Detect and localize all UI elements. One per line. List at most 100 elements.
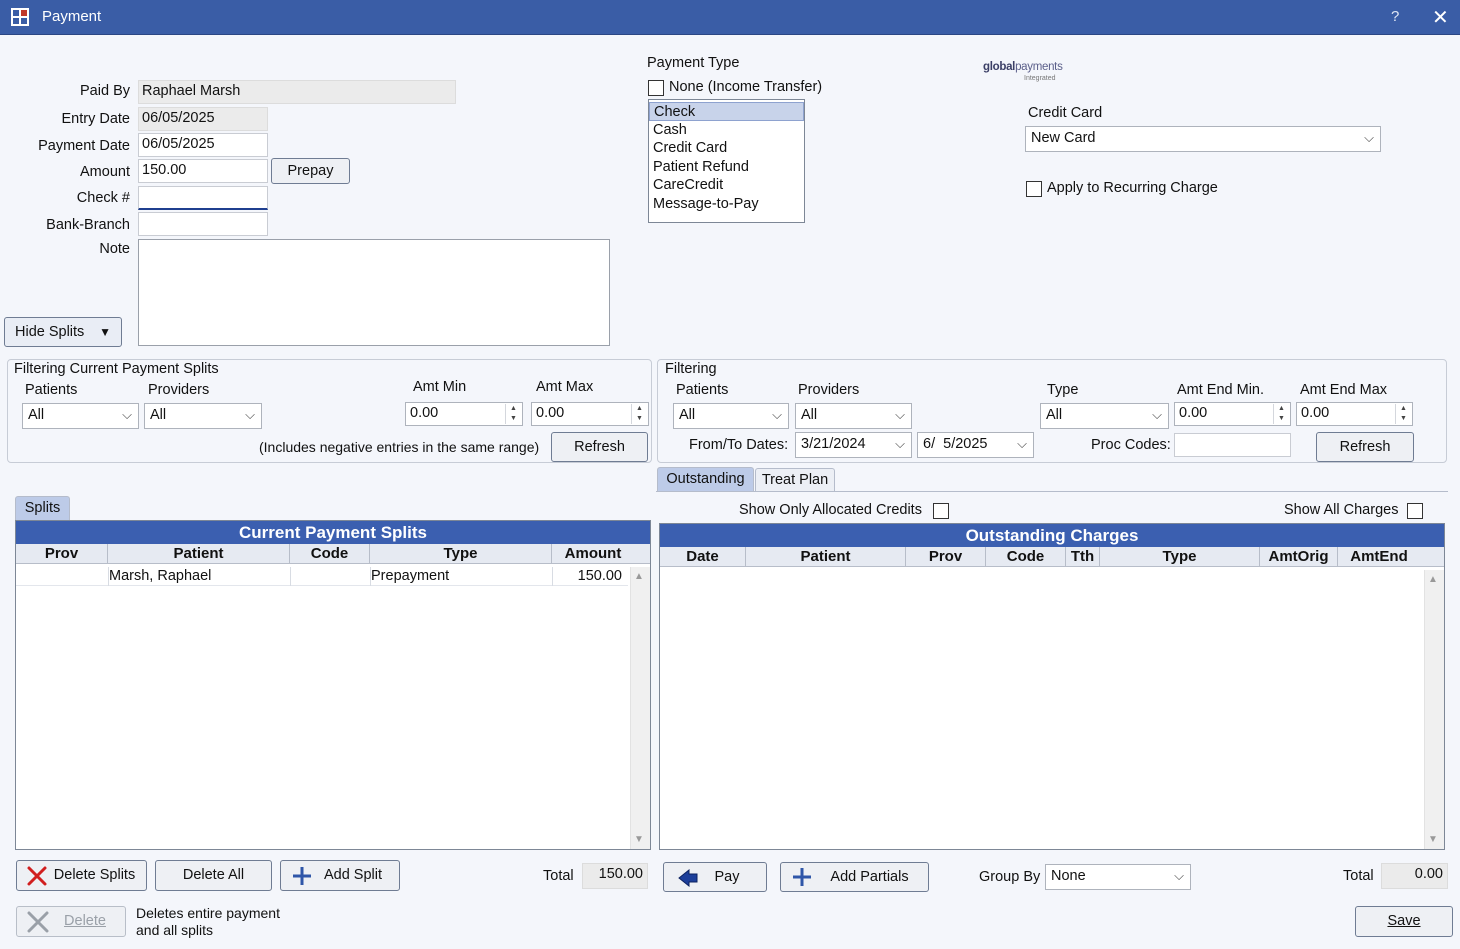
scroll-down-icon[interactable]: ▼ bbox=[1428, 834, 1438, 845]
filter-charges-type-dropdown[interactable]: All ⌵ bbox=[1040, 403, 1169, 429]
payment-date-label: Payment Date bbox=[38, 138, 130, 154]
filter-charges-title: Filtering bbox=[665, 361, 717, 377]
pay-label: Pay bbox=[714, 869, 740, 885]
col-date[interactable]: Date bbox=[660, 547, 746, 567]
payment-date-field[interactable]: 06/05/2025 bbox=[138, 133, 268, 157]
hide-splits-label: Hide Splits bbox=[15, 324, 85, 340]
filter-charges-providers-dropdown[interactable]: All ⌵ bbox=[795, 403, 912, 429]
col-amtorig[interactable]: AmtOrig bbox=[1260, 547, 1338, 567]
filter-splits-refresh-button[interactable]: Refresh bbox=[551, 432, 648, 462]
tab-splits[interactable]: Splits bbox=[15, 496, 70, 520]
from-date-picker[interactable]: 3/21/2024 ⌵ bbox=[795, 432, 912, 458]
recurring-charge-label: Apply to Recurring Charge bbox=[1047, 180, 1218, 196]
red-x-icon bbox=[27, 866, 47, 886]
entry-date-label: Entry Date bbox=[61, 111, 131, 127]
app-grid-icon bbox=[11, 8, 29, 26]
charges-scrollbar[interactable]: ▲ ▼ bbox=[1424, 570, 1444, 849]
col-prov[interactable]: Prov bbox=[906, 547, 986, 567]
tab-strip-line bbox=[656, 491, 1448, 492]
filter-charges-patients-dropdown[interactable]: All ⌵ bbox=[673, 403, 789, 429]
amt-end-max-spinner[interactable]: 0.00 ▲ ▼ bbox=[1296, 402, 1413, 426]
col-amount[interactable]: Amount bbox=[552, 544, 634, 564]
amt-min-spinner[interactable]: 0.00 ▲ ▼ bbox=[405, 402, 523, 426]
hide-splits-button[interactable]: Hide Splits ▼ bbox=[4, 317, 122, 347]
show-all-charges-label: Show All Charges bbox=[1284, 502, 1399, 518]
col-patient[interactable]: Patient bbox=[108, 544, 290, 564]
cell-patient: Marsh, Raphael bbox=[109, 568, 212, 584]
bank-branch-field[interactable] bbox=[138, 212, 268, 236]
col-tth[interactable]: Tth bbox=[1066, 547, 1100, 567]
chevron-down-icon: ⌵ bbox=[1174, 868, 1184, 883]
to-date-picker[interactable]: 6/ 5/2025 ⌵ bbox=[917, 432, 1034, 458]
payment-type-option-patient-refund[interactable]: Patient Refund bbox=[649, 158, 804, 177]
col-type[interactable]: Type bbox=[370, 544, 552, 564]
spinner-arrows-icon[interactable]: ▲ ▼ bbox=[505, 404, 521, 424]
save-button[interactable]: Save bbox=[1355, 906, 1453, 937]
tab-outstanding[interactable]: Outstanding bbox=[657, 467, 754, 491]
entry-date-field: 06/05/2025 bbox=[138, 107, 268, 131]
col-code[interactable]: Code bbox=[986, 547, 1066, 567]
col-amtend[interactable]: AmtEnd bbox=[1338, 547, 1420, 567]
payment-type-list[interactable]: Check Cash Credit Card Patient Refund Ca… bbox=[648, 99, 805, 223]
add-partials-button[interactable]: Add Partials bbox=[780, 862, 929, 892]
payment-type-option-cash[interactable]: Cash bbox=[649, 121, 804, 140]
filter-charges-refresh-button[interactable]: Refresh bbox=[1316, 432, 1414, 462]
add-plus-icon bbox=[293, 867, 311, 885]
note-label: Note bbox=[99, 241, 130, 257]
add-partials-label: Add Partials bbox=[830, 869, 909, 885]
scroll-down-icon[interactable]: ▼ bbox=[634, 834, 644, 845]
show-all-charges-checkbox[interactable] bbox=[1407, 503, 1423, 519]
filter-splits-providers-dropdown[interactable]: All ⌵ bbox=[144, 403, 262, 429]
payment-type-option-message-to-pay[interactable]: Message-to-Pay bbox=[649, 195, 804, 214]
negative-entries-note: (Includes negative entries in the same r… bbox=[259, 439, 540, 455]
prepay-button[interactable]: Prepay bbox=[271, 158, 350, 184]
amount-field[interactable]: 150.00 bbox=[138, 159, 268, 183]
group-by-dropdown[interactable]: None ⌵ bbox=[1045, 864, 1191, 890]
delete-payment-button[interactable]: Delete bbox=[16, 906, 126, 937]
delete-all-button[interactable]: Delete All bbox=[155, 860, 272, 891]
note-textarea[interactable] bbox=[138, 239, 610, 346]
delete-splits-button[interactable]: Delete Splits bbox=[16, 860, 147, 891]
col-prov[interactable]: Prov bbox=[16, 544, 108, 564]
show-allocated-credits-checkbox[interactable] bbox=[933, 503, 949, 519]
col-type[interactable]: Type bbox=[1100, 547, 1260, 567]
amt-end-min-spinner[interactable]: 0.00 ▲ ▼ bbox=[1174, 402, 1291, 426]
none-income-transfer-label: None (Income Transfer) bbox=[669, 79, 823, 95]
delete-payment-label: Delete bbox=[64, 913, 106, 929]
splits-total-label: Total bbox=[543, 868, 574, 884]
logo-text: payments bbox=[1015, 61, 1063, 73]
filter-splits-patients-dropdown[interactable]: All ⌵ bbox=[22, 403, 139, 429]
amt-end-min-value: 0.00 bbox=[1179, 405, 1208, 421]
payment-type-option-credit-card[interactable]: Credit Card bbox=[649, 139, 804, 158]
from-to-dates-label: From/To Dates: bbox=[689, 437, 789, 453]
proc-codes-field[interactable] bbox=[1174, 433, 1291, 457]
close-button[interactable]: ✕ bbox=[1432, 5, 1449, 30]
chevron-down-icon: ⌵ bbox=[1152, 407, 1162, 422]
splits-scrollbar[interactable]: ▲ ▼ bbox=[630, 567, 650, 849]
logo-subtext: Integrated bbox=[1024, 75, 1056, 82]
spinner-arrows-icon[interactable]: ▲ ▼ bbox=[631, 404, 647, 424]
scroll-up-icon[interactable]: ▲ bbox=[1428, 574, 1438, 585]
col-code[interactable]: Code bbox=[290, 544, 370, 564]
add-split-button[interactable]: Add Split bbox=[280, 860, 400, 891]
to-date-value: 6/ 5/2025 bbox=[923, 436, 988, 452]
recurring-charge-checkbox[interactable] bbox=[1026, 181, 1042, 197]
none-income-transfer-checkbox[interactable] bbox=[648, 80, 664, 96]
col-patient[interactable]: Patient bbox=[746, 547, 906, 567]
filter-charges-providers-value: All bbox=[801, 407, 818, 423]
payment-type-option-check[interactable]: Check bbox=[649, 102, 804, 121]
credit-card-dropdown[interactable]: New Card ⌵ bbox=[1025, 126, 1381, 152]
paid-by-label: Paid By bbox=[80, 83, 130, 99]
amt-max-spinner[interactable]: 0.00 ▲ ▼ bbox=[531, 402, 649, 426]
filter-splits-patients-value: All bbox=[28, 407, 45, 423]
spinner-arrows-icon[interactable]: ▲ ▼ bbox=[1273, 404, 1289, 424]
tab-treat-plan[interactable]: Treat Plan bbox=[755, 468, 835, 491]
proc-codes-label: Proc Codes: bbox=[1091, 437, 1171, 453]
globalpayments-logo: globalpayments bbox=[983, 61, 1063, 73]
pay-button[interactable]: Pay bbox=[663, 862, 767, 892]
help-button[interactable]: ? bbox=[1391, 8, 1399, 25]
payment-type-option-carecredit[interactable]: CareCredit bbox=[649, 176, 804, 195]
spinner-arrows-icon[interactable]: ▲ ▼ bbox=[1395, 404, 1411, 424]
scroll-up-icon[interactable]: ▲ bbox=[634, 571, 644, 582]
check-number-field[interactable] bbox=[138, 186, 268, 210]
